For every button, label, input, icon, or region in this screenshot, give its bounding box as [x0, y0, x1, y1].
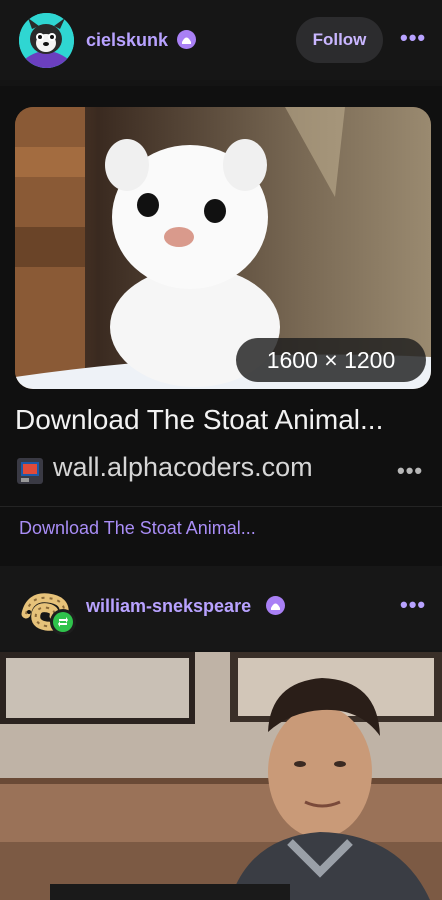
- avatar-art-icon: [19, 13, 74, 68]
- username[interactable]: cielskunk: [86, 30, 168, 51]
- reblog-icon: [50, 609, 76, 635]
- link-title[interactable]: Download The Stoat Animal...: [15, 404, 435, 436]
- follow-button[interactable]: Follow: [296, 17, 383, 63]
- post-header: william-snekspeare •••: [0, 566, 442, 650]
- avatar[interactable]: [19, 13, 74, 68]
- username[interactable]: william-snekspeare: [86, 596, 251, 617]
- community-badge-icon[interactable]: [266, 596, 285, 615]
- link-more-icon[interactable]: •••: [397, 458, 423, 484]
- community-badge-icon[interactable]: [177, 30, 196, 49]
- post-header: cielskunk Follow •••: [0, 0, 442, 80]
- link-domain[interactable]: wall.alphacoders.com: [53, 452, 313, 483]
- post-caption[interactable]: Download The Stoat Animal...: [19, 518, 256, 539]
- post-image[interactable]: [0, 652, 442, 900]
- site-favicon-icon: [15, 456, 45, 486]
- more-options-icon[interactable]: •••: [400, 27, 426, 49]
- divider: [0, 506, 442, 507]
- image-dimensions-badge: 1600 × 1200: [236, 338, 426, 382]
- movie-still-photo: [0, 652, 442, 900]
- more-options-icon[interactable]: •••: [400, 594, 426, 616]
